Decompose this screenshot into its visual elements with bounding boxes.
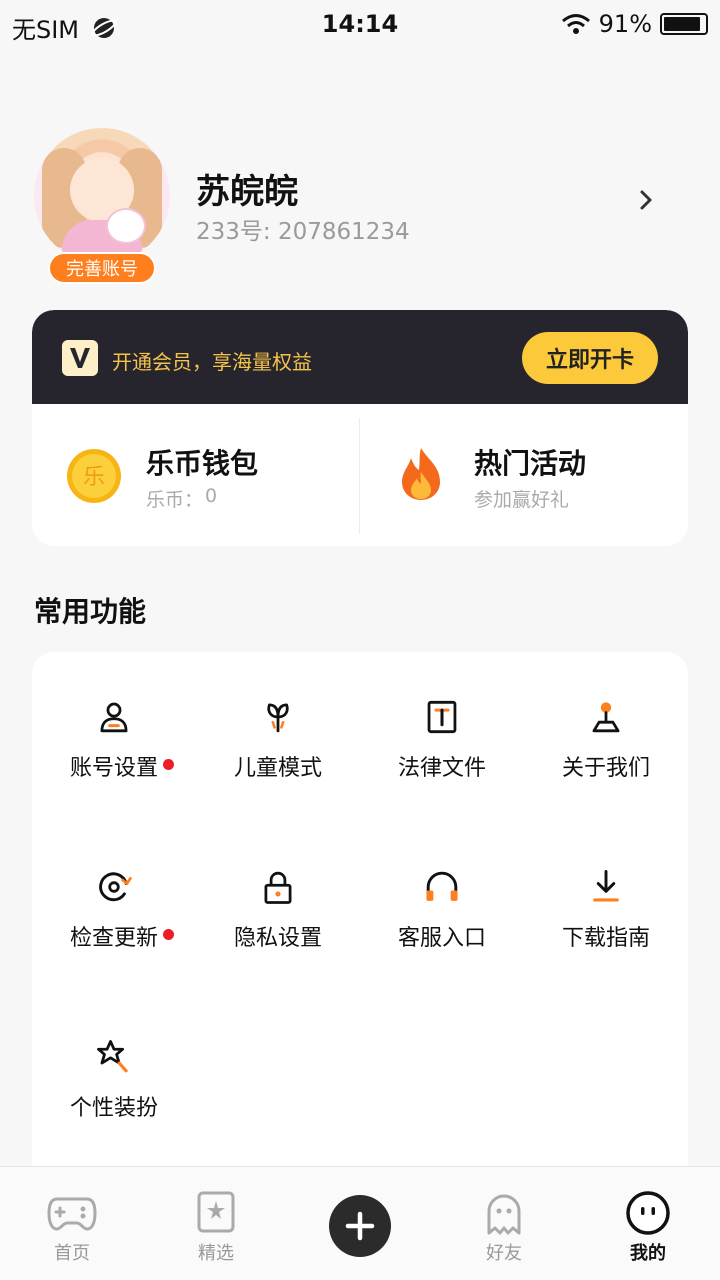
notification-dot bbox=[163, 759, 174, 770]
create-button[interactable] bbox=[329, 1195, 391, 1257]
star-wand-icon bbox=[97, 1040, 128, 1073]
nav-label: 首页 bbox=[54, 1243, 90, 1264]
func-label: 法律文件 bbox=[397, 756, 486, 781]
wallet-balance-label: 乐币： bbox=[146, 489, 204, 511]
chevron-right-icon[interactable] bbox=[632, 186, 660, 214]
battery-icon bbox=[660, 13, 708, 35]
face-icon bbox=[626, 1191, 670, 1235]
func-item-legal-documents[interactable]: 法律文件 bbox=[360, 652, 524, 782]
user-name[interactable]: 苏皖皖 bbox=[196, 164, 298, 213]
complete-account-badge[interactable]: 完善账号 bbox=[48, 252, 156, 284]
func-label: 账号设置 bbox=[70, 750, 174, 782]
document-icon bbox=[427, 700, 457, 734]
status-bar: 无SIM 14:14 91% bbox=[0, 0, 720, 50]
featured-icon bbox=[197, 1191, 235, 1233]
func-item-personal-dressup[interactable]: 个性装扮 bbox=[32, 992, 196, 1122]
battery-fill bbox=[664, 17, 701, 31]
func-label: 隐私设置 bbox=[233, 926, 322, 951]
plus-icon bbox=[345, 1211, 375, 1241]
func-label: 个性装扮 bbox=[69, 1096, 158, 1121]
activity-title: 热门活动 bbox=[474, 447, 587, 480]
func-item-customer-service[interactable]: 客服入口 bbox=[360, 822, 524, 952]
lock-icon bbox=[264, 871, 292, 904]
coin-char: 乐 bbox=[83, 465, 105, 490]
nav-label: 精选 bbox=[198, 1243, 234, 1264]
gamepad-icon bbox=[47, 1197, 97, 1231]
vip-promo-text: 开通会员，享海量权益 bbox=[112, 350, 312, 374]
func-item-kids-mode[interactable]: 儿童模式 bbox=[196, 652, 360, 782]
card-divider bbox=[359, 418, 360, 534]
avatar[interactable] bbox=[34, 128, 170, 264]
activity-subtitle: 参加赢好礼 bbox=[474, 489, 570, 511]
vip-banner[interactable]: 开通会员，享海量权益 立即开卡 bbox=[32, 310, 688, 404]
coin-icon: 乐 bbox=[67, 449, 121, 503]
func-label: 儿童模式 bbox=[233, 756, 322, 781]
wifi-icon bbox=[561, 14, 590, 34]
func-item-download-guide[interactable]: 下载指南 bbox=[524, 822, 688, 952]
sprout-icon bbox=[267, 703, 289, 733]
func-item-about-us[interactable]: 关于我们 bbox=[524, 652, 688, 782]
func-label: 下载指南 bbox=[561, 926, 650, 951]
vip-logo-icon bbox=[62, 340, 98, 376]
ghost-icon bbox=[487, 1194, 521, 1235]
user-icon bbox=[100, 702, 128, 733]
joystick-icon bbox=[592, 702, 620, 733]
notification-dot bbox=[163, 929, 174, 940]
func-item-privacy-settings[interactable]: 隐私设置 bbox=[196, 822, 360, 952]
nav-label: 好友 bbox=[486, 1243, 522, 1264]
wallet-title: 乐币钱包 bbox=[146, 447, 259, 480]
func-item-check-update[interactable]: 检查更新 bbox=[32, 822, 196, 952]
nav-item-friends[interactable]: 好友 bbox=[454, 1191, 554, 1265]
bottom-nav: 首页 精选 好友 我的 bbox=[0, 1166, 720, 1280]
nav-label-active: 我的 bbox=[628, 1239, 668, 1269]
member-card: 开通会员，享海量权益 立即开卡 乐 乐币钱包 乐币： 0 热门活动 参加赢好礼 bbox=[32, 310, 688, 546]
section-title-common: 常用功能 bbox=[34, 595, 147, 628]
func-label: 关于我们 bbox=[561, 756, 650, 781]
func-item-account-settings[interactable]: 账号设置 bbox=[32, 652, 196, 782]
download-icon bbox=[593, 869, 619, 902]
func-label: 检查更新 bbox=[70, 920, 174, 952]
status-right: 91% bbox=[561, 10, 708, 38]
nav-item-home[interactable]: 首页 bbox=[22, 1191, 122, 1265]
user-id: 233号: 207861234 bbox=[196, 219, 410, 245]
nav-item-me[interactable]: 我的 bbox=[598, 1191, 698, 1269]
battery-percent: 91% bbox=[598, 10, 652, 38]
flame-icon bbox=[402, 448, 440, 500]
wallet-balance: 乐币： 0 bbox=[146, 485, 217, 512]
func-label: 客服入口 bbox=[397, 926, 486, 951]
nav-item-featured[interactable]: 精选 bbox=[166, 1191, 266, 1265]
function-grid: 账号设置 儿童模式 法律文件 关于我们 检查更新 隐私设置 客服入口 下载指南 … bbox=[32, 652, 688, 1192]
wallet-balance-value: 0 bbox=[205, 485, 218, 507]
headphones-icon bbox=[426, 871, 458, 901]
refresh-icon bbox=[99, 872, 132, 902]
avatar-container[interactable]: 完善账号 bbox=[34, 128, 170, 284]
open-card-button[interactable]: 立即开卡 bbox=[522, 332, 658, 384]
